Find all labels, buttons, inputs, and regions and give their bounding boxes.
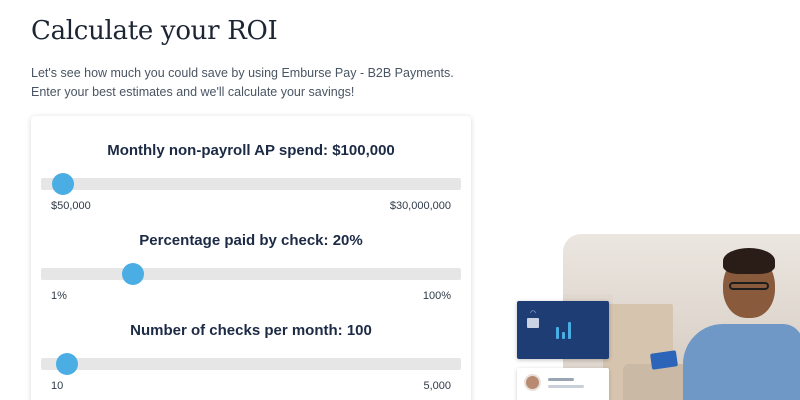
check-percentage-min: 1% bbox=[51, 290, 67, 302]
payment-card-graphic: ◠ bbox=[517, 301, 609, 359]
check-percentage-slider[interactable] bbox=[41, 263, 461, 285]
contactless-icon: ◠ bbox=[530, 310, 537, 317]
ap-spend-label: Monthly non-payroll AP spend: $100,000 bbox=[107, 142, 395, 159]
check-percentage-label: Percentage paid by check: 20% bbox=[139, 232, 363, 249]
brand-logo-icon bbox=[556, 321, 572, 339]
user-detail-placeholder bbox=[548, 385, 584, 388]
checks-per-month-max: 5,000 bbox=[423, 380, 451, 392]
checks-per-month-min: 10 bbox=[51, 380, 64, 392]
intro-text: Let's see how much you could save by usi… bbox=[31, 66, 454, 99]
avatar bbox=[524, 374, 541, 391]
page-title: Calculate your ROI bbox=[31, 16, 278, 46]
roi-calculator-card: Monthly non-payroll AP spend: $100,000 $… bbox=[31, 116, 471, 400]
check-percentage-max: 100% bbox=[422, 290, 451, 302]
check-percentage-slider-thumb[interactable] bbox=[121, 263, 144, 285]
checks-per-month-label: Number of checks per month: 100 bbox=[130, 322, 372, 339]
photo-person-glasses bbox=[729, 282, 769, 290]
ap-spend-slider-thumb[interactable] bbox=[52, 173, 75, 195]
photo-person-body bbox=[683, 324, 800, 400]
checks-per-month-slider[interactable] bbox=[41, 353, 461, 375]
ap-spend-min: $50,000 bbox=[51, 200, 91, 212]
user-name-placeholder bbox=[548, 378, 574, 381]
user-card-graphic bbox=[517, 368, 609, 400]
checks-per-month-slider-thumb[interactable] bbox=[56, 353, 79, 375]
card-chip-icon bbox=[527, 318, 539, 328]
photo-person-hair bbox=[723, 248, 775, 274]
ap-spend-slider[interactable] bbox=[41, 173, 461, 195]
ap-spend-max: $30,000,000 bbox=[389, 200, 451, 212]
